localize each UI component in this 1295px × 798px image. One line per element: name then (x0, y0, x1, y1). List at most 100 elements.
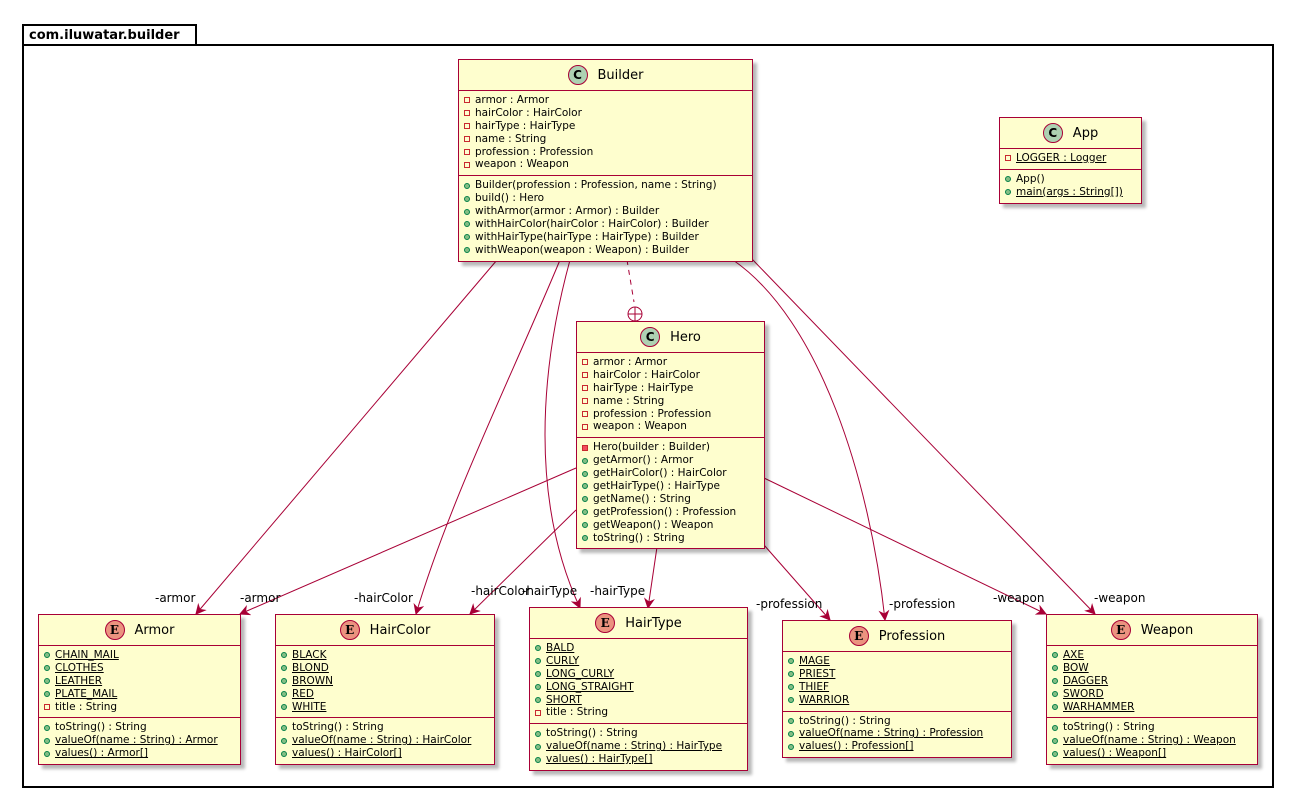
edge-builder-hairtype (544, 259, 581, 609)
field-row: LEATHER (44, 675, 234, 688)
public-visibility-icon (788, 697, 799, 704)
class-name: Weapon (1140, 622, 1194, 638)
method-text: valueOf(name : String) : Armor (55, 734, 218, 747)
edge-builder-armor (195, 259, 498, 615)
field-text: title : String (546, 706, 609, 719)
public-visibility-icon (464, 195, 475, 202)
method-text: valueOf(name : String) : Weapon (1063, 734, 1236, 747)
public-visibility-icon (535, 645, 546, 652)
fields-section: armor : Armor hairColor : HairColor hairTy… (459, 91, 752, 175)
field-row: AXE (1052, 649, 1251, 662)
private-visibility-icon (582, 398, 593, 405)
edge-hero-hairtype (644, 546, 658, 610)
method-text: toString() : String (593, 531, 685, 544)
public-visibility-icon (1052, 750, 1063, 757)
public-visibility-icon (1052, 724, 1063, 731)
field-row: profession : Profession (464, 146, 746, 159)
edge-label-hero-armor: -armor (240, 591, 281, 605)
public-visibility-icon (788, 658, 799, 665)
class-name: Profession (878, 628, 946, 644)
method-row: withWeapon(weapon : Weapon) : Builder (464, 244, 746, 257)
enum-armor: E Armor CHAIN_MAIL CLOTHES LEATHER PLATE_MAI… (38, 614, 241, 766)
class-name: HairType (625, 615, 682, 631)
method-text: toString() : String (55, 721, 147, 734)
field-text: BLACK (292, 649, 327, 661)
methods-section: Hero(builder : Builder) getArmor() : Armo… (577, 437, 764, 548)
field-row: BALD (535, 642, 741, 655)
field-text: LONG_CURLY (546, 667, 615, 680)
public-visibility-icon (1052, 665, 1063, 672)
method-row: getWeapon() : Weapon (582, 519, 758, 532)
methods-section: toString() : String valueOf(name : String… (783, 710, 1011, 758)
methods-section: toString() : String valueOf(name : String… (530, 723, 747, 770)
public-visibility-icon (535, 730, 546, 737)
fields-section: BALD CURLY LONG_CURLY LONG_STRAIGHT SHORT tit… (530, 639, 747, 723)
class-header: E Profession (783, 621, 1011, 652)
field-row: WHITE (281, 701, 488, 714)
public-visibility-icon (535, 671, 546, 678)
fields-section: armor : Armor hairColor : HairColor hairTy… (577, 353, 764, 437)
public-visibility-icon (44, 724, 55, 731)
field-text: weapon : Weapon (475, 158, 569, 171)
method-row: toString() : String (582, 532, 758, 545)
field-text: weapon : Weapon (593, 420, 687, 433)
method-text: main(args : String[]) (1016, 185, 1123, 198)
method-text: Hero(builder : Builder) (593, 441, 711, 454)
method-text: values() : Armor[] (55, 747, 149, 760)
private-visibility-icon (582, 359, 593, 366)
field-row: BOW (1052, 662, 1251, 675)
method-row: getProfession() : Profession (582, 506, 758, 519)
field-text: SWORD (1063, 687, 1104, 700)
private-visibility-icon (464, 161, 475, 168)
class-header: E Weapon (1047, 615, 1257, 646)
field-text: armor : Armor (593, 356, 668, 368)
field-text: title : String (55, 700, 118, 713)
field-text: LONG_STRAIGHT (546, 680, 634, 693)
field-text: name : String (475, 132, 547, 145)
public-visibility-icon (582, 483, 593, 490)
public-visibility-icon (535, 697, 546, 703)
field-text: BLOND (292, 661, 329, 674)
field-text: DAGGER (1063, 674, 1109, 687)
edge-label-hero-hairtype: -hairType (590, 584, 646, 598)
field-row: LONG_STRAIGHT (535, 681, 741, 694)
enum-profession: E Profession MAGE PRIEST THIEF WARRIOR toStri… (782, 620, 1012, 759)
field-row: SWORD (1052, 688, 1251, 701)
fields-section: CHAIN_MAIL CLOTHES LEATHER PLATE_MAIL title … (39, 646, 240, 717)
field-text: hairType : HairType (593, 381, 694, 394)
edge-label-builder-profession: -profession (889, 597, 956, 611)
public-visibility-icon (464, 208, 475, 215)
field-text: profession : Profession (593, 407, 712, 420)
field-text: AXE (1063, 649, 1085, 661)
field-row: name : String (464, 133, 746, 146)
field-text: SHORT (546, 693, 582, 706)
method-row: withArmor(armor : Armor) : Builder (464, 205, 746, 218)
method-row: toString() : String (788, 715, 1005, 728)
method-row: valueOf(name : String) : Profession (788, 727, 1005, 740)
methods-section: toString() : String valueOf(name : String… (1047, 717, 1257, 764)
enum-badge-icon: E (1110, 620, 1131, 640)
field-row: CURLY (535, 655, 741, 668)
method-row: build() : Hero (464, 192, 746, 205)
private-visibility-icon (464, 97, 475, 104)
private-visibility-icon (464, 110, 475, 117)
method-text: getHairType() : HairType (593, 480, 721, 493)
method-row: main(args : String[]) (1005, 186, 1135, 199)
edge-label-hero-profession: -profession (756, 597, 823, 611)
method-text: toString() : String (292, 721, 384, 734)
method-row: getName() : String (582, 493, 758, 506)
public-visibility-icon (535, 658, 546, 665)
edge-label-builder-armor: -armor (155, 591, 196, 605)
private-visibility-icon (582, 423, 593, 430)
field-row: RED (281, 688, 488, 701)
method-row: valueOf(name : String) : HairType (535, 740, 741, 753)
field-row: profession : Profession (582, 408, 758, 421)
field-text: MAGE (799, 655, 830, 667)
enum-badge-icon: E (848, 626, 869, 646)
public-visibility-icon (535, 756, 546, 763)
field-text: PRIEST (799, 667, 836, 680)
public-visibility-icon (1005, 189, 1016, 196)
method-text: valueOf(name : String) : Profession (799, 727, 984, 740)
method-text: toString() : String (1063, 721, 1155, 734)
method-row: App() (1005, 173, 1135, 186)
